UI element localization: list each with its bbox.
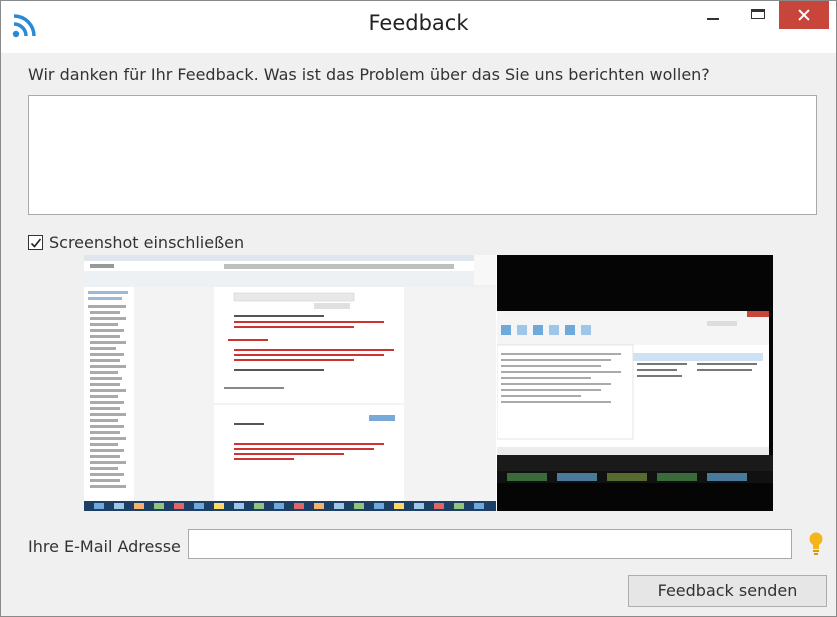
screenshot-browser-area [84, 255, 496, 511]
checkmark-icon [30, 238, 42, 248]
email-label: Ihre E-Mail Adresse [28, 537, 181, 556]
browser-screenshot-image [84, 255, 496, 511]
send-feedback-button[interactable]: Feedback senden [628, 575, 827, 607]
email-input[interactable] [188, 529, 792, 559]
screenshot-app-area [496, 255, 773, 511]
include-screenshot-label: Screenshot einschließen [49, 232, 245, 252]
app-screenshot-image [496, 255, 773, 511]
close-button[interactable] [779, 1, 829, 29]
include-screenshot-option[interactable]: Screenshot einschließen [28, 232, 244, 252]
lightbulb-icon[interactable] [807, 531, 825, 557]
feedback-window: Feedback Wir danken für Ihr Feedback. Wa… [0, 0, 837, 617]
maximize-button[interactable] [738, 1, 778, 31]
screenshot-preview [84, 255, 773, 511]
feedback-prompt: Wir danken für Ihr Feedback. Was ist das… [28, 65, 710, 84]
feedback-textarea[interactable] [28, 95, 817, 215]
title-bar: Feedback [1, 1, 836, 53]
minimize-button[interactable] [693, 1, 733, 31]
include-screenshot-checkbox[interactable] [28, 234, 43, 250]
